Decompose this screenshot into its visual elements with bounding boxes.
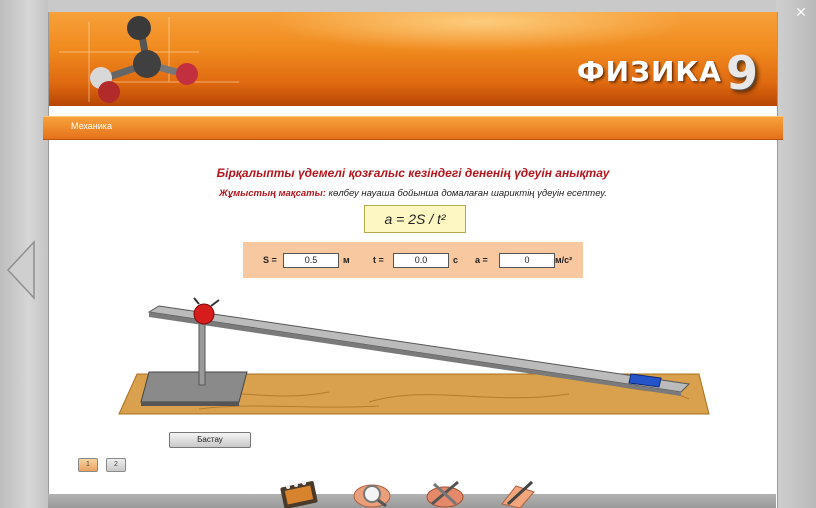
nav-left-arrow-icon[interactable] [6,240,36,300]
t-unit: с [453,255,459,265]
start-button[interactable]: Бастау [169,432,251,448]
pen-icon[interactable] [496,478,538,508]
s-input[interactable]: 0.5 [283,253,339,268]
section-label: Механика [71,121,112,131]
a-label: a = [475,255,488,265]
lesson-goal: Жұмыстың мақсаты: көлбеу науаша бойынша … [49,188,777,199]
header-banner: ФИЗИКА9 [49,12,777,106]
film-icon[interactable] [278,478,320,508]
tools-icon[interactable] [424,478,466,508]
content-page: ФИЗИКА9 Механика Бірқалыпты үдемелі қозғ… [43,12,783,508]
s-label: S = [263,255,277,265]
t-input[interactable]: 0.0 [393,253,449,268]
formula-box: a = 2S / t² [364,205,466,233]
goal-label: Жұмыстың мақсаты: [219,188,326,199]
brand-title: ФИЗИКА9 [576,46,759,100]
parameter-panel: S = 0.5 м t = 0.0 с a = 0 м/с² [243,242,583,278]
molecule-logo-icon [59,16,239,103]
section-bar: Механика [43,116,783,140]
a-unit: м/с² [555,255,573,265]
lesson-title: Бірқалыпты үдемелі қозғалыс кезіндегі де… [216,166,610,180]
right-frame: ✕ [776,0,816,508]
a-input[interactable]: 0 [499,253,555,268]
page-2-button[interactable]: 2 [106,458,126,472]
inclined-plane-apparatus [118,297,710,415]
t-label: t = [373,255,384,265]
page-1-button[interactable]: 1 [78,458,98,472]
footer-bar [48,494,776,508]
s-unit: м [343,255,350,265]
magnifier-icon[interactable] [352,478,394,508]
close-button[interactable]: ✕ [790,4,812,20]
goal-text: көлбеу науаша бойынша домалаған шариктің… [325,188,607,199]
